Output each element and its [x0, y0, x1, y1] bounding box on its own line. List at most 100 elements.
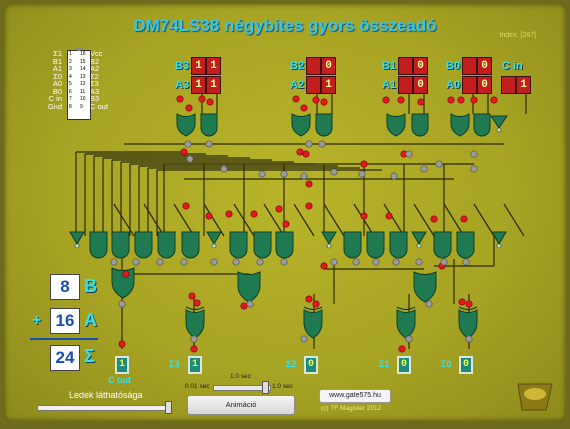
decimal-sum-line — [30, 338, 98, 340]
led-indicator — [280, 258, 288, 266]
chip-pin-number: 13 — [80, 73, 86, 80]
not-gate-bubble — [416, 243, 422, 249]
decimal-a-label: A — [84, 310, 97, 330]
not-gate — [69, 231, 85, 245]
input-b1-toggle[interactable] — [398, 57, 413, 75]
input-cin-toggle[interactable] — [501, 76, 516, 94]
led-indicator — [275, 205, 283, 213]
input-b0-toggle[interactable] — [462, 57, 477, 75]
led-indicator — [246, 300, 254, 308]
chip-pin-number: 10 — [80, 96, 86, 102]
output-cout-label: C out — [108, 375, 131, 385]
not-gate — [206, 231, 222, 245]
or-gate — [237, 271, 261, 303]
led-indicator — [312, 96, 320, 104]
led-indicator — [190, 345, 198, 353]
speed-current-label: 1.0 sec — [230, 373, 251, 380]
input-a0-toggle-2[interactable]: 0 — [477, 76, 492, 94]
led-indicator — [397, 96, 405, 104]
animation-button[interactable]: Animáció — [187, 395, 295, 415]
led-indicator — [462, 258, 470, 266]
label-a1: A1 — [382, 79, 397, 91]
logo-badge-icon — [517, 383, 553, 411]
led-indicator — [417, 98, 425, 106]
led-indicator — [132, 258, 140, 266]
led-indicator — [300, 104, 308, 112]
led-indicator — [240, 302, 248, 310]
led-indicator — [430, 215, 438, 223]
input-a2-toggle-2[interactable]: 1 — [321, 76, 336, 94]
led-indicator — [110, 258, 118, 266]
led-indicator — [182, 202, 190, 210]
xor-gate-bar — [303, 306, 323, 311]
input-a0-toggle[interactable] — [462, 76, 477, 94]
chip-pin-number: 11 — [80, 88, 86, 95]
input-a2-toggle[interactable] — [306, 76, 321, 94]
led-indicator — [405, 150, 413, 158]
output-cout: 1 — [115, 356, 129, 374]
input-cin-toggle-2[interactable]: 1 — [516, 76, 531, 94]
led-indicator — [302, 150, 310, 158]
not-gate-bubble — [496, 127, 502, 133]
input-a1-toggle-2[interactable]: 0 — [413, 76, 428, 94]
and-gate — [411, 113, 429, 137]
led-indicator — [490, 96, 498, 104]
chip-pin-number: 4 — [69, 73, 72, 80]
led-indicator — [390, 172, 398, 180]
and-gate — [343, 231, 362, 259]
chip-pin-right-8: C out — [90, 101, 108, 111]
led-indicator — [457, 96, 465, 104]
or-gate — [291, 113, 311, 137]
website-link[interactable]: www.gate575.hu — [319, 389, 391, 403]
input-a1-toggle[interactable] — [398, 76, 413, 94]
and-gate — [229, 231, 248, 259]
chip-pin-number: 8 — [69, 103, 72, 110]
label-cin: C in — [502, 60, 523, 72]
led-indicator — [305, 295, 313, 303]
led-indicator — [184, 140, 192, 148]
decimal-plus-sign: + — [32, 312, 42, 329]
output-s1-label: Σ1 — [379, 359, 390, 369]
and-gate — [389, 231, 408, 259]
input-b3-toggle-2[interactable]: 1 — [206, 57, 221, 75]
output-s0-label: Σ0 — [441, 359, 452, 369]
and-gate — [157, 231, 176, 259]
output-s2-label: Σ2 — [286, 359, 297, 369]
led-visibility-slider-track[interactable] — [37, 405, 172, 411]
speed-slider-thumb[interactable] — [262, 381, 269, 394]
speed-max-label: 1.0 sec — [272, 383, 293, 390]
led-indicator — [176, 95, 184, 103]
chip-pin-number: 15 — [80, 58, 86, 65]
led-visibility-slider-thumb[interactable] — [165, 401, 172, 414]
led-indicator — [470, 150, 478, 158]
led-indicator — [206, 98, 214, 106]
input-a3-toggle[interactable]: 1 — [191, 76, 206, 94]
led-indicator — [318, 140, 326, 148]
input-b0-toggle-2[interactable]: 0 — [477, 57, 492, 75]
input-b2-toggle-2[interactable]: 0 — [321, 57, 336, 75]
led-indicator — [415, 258, 423, 266]
chip-pin-number: 1 — [69, 51, 72, 57]
led-indicator — [320, 98, 328, 106]
and-gate — [315, 113, 333, 137]
led-indicator — [122, 270, 130, 278]
led-indicator — [330, 258, 338, 266]
input-b1-toggle-2[interactable]: 0 — [413, 57, 428, 75]
led-indicator — [465, 335, 473, 343]
led-indicator — [190, 335, 198, 343]
output-s1: 0 — [397, 356, 411, 374]
not-gate-bubble — [74, 243, 80, 249]
input-b3-toggle[interactable]: 1 — [191, 57, 206, 75]
xor-gate-bar — [396, 306, 416, 311]
chip-body: 12345678 16 15 14 13 12 11 10 9 — [67, 48, 91, 120]
input-a3-toggle-2[interactable]: 1 — [206, 76, 221, 94]
and-gate — [253, 231, 272, 259]
led-indicator — [180, 148, 188, 156]
chip-pin-number: 12 — [80, 81, 86, 87]
led-indicator — [205, 140, 213, 148]
not-gate — [490, 115, 508, 129]
decimal-b-label: B — [84, 276, 97, 296]
input-b2-toggle[interactable] — [306, 57, 321, 75]
led-indicator — [156, 258, 164, 266]
and-gate — [200, 113, 218, 137]
